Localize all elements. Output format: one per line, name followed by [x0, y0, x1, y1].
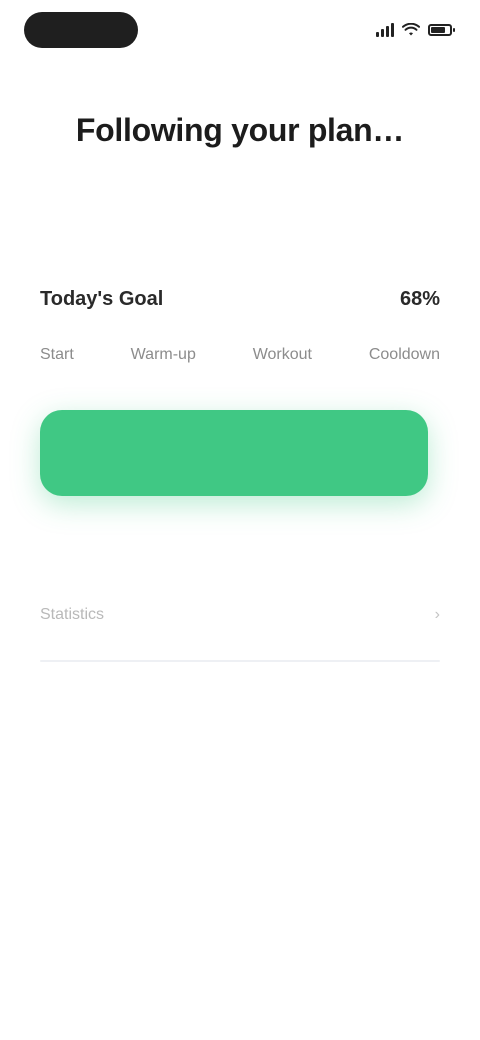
step-item[interactable]: Warm-up	[131, 346, 196, 364]
wifi-icon	[402, 23, 420, 36]
info-row[interactable]: Statistics ›	[40, 598, 440, 632]
step-item[interactable]: Workout	[253, 346, 312, 364]
status-bar	[0, 0, 480, 64]
signal-icon	[376, 23, 394, 37]
divider	[40, 660, 440, 662]
info-label: Statistics	[40, 606, 105, 623]
page-title: Following your plan…	[75, 112, 405, 148]
battery-icon	[428, 24, 455, 36]
progress-value: 68%	[399, 287, 440, 310]
step-item[interactable]: Cooldown	[369, 346, 440, 364]
progress-label: Today's Goal	[40, 287, 164, 310]
primary-action-button[interactable]	[40, 410, 428, 496]
step-item[interactable]: Start	[40, 346, 74, 364]
step-list: Start Warm-up Workout Cooldown	[40, 340, 440, 370]
status-time-pill	[24, 12, 138, 48]
status-icons	[376, 20, 455, 40]
progress-row: Today's Goal 68%	[40, 282, 440, 316]
chevron-right-icon: ›	[434, 606, 440, 623]
